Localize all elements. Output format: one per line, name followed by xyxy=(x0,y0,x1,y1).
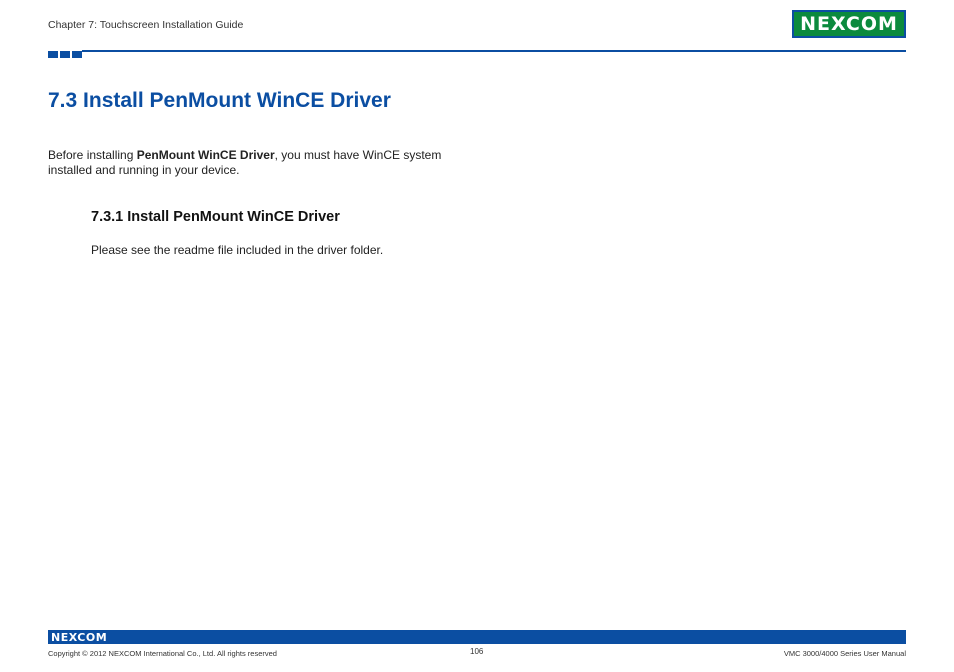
header-squares xyxy=(48,51,82,58)
intro-paragraph: Before installing PenMount WinCE Driver,… xyxy=(48,148,468,178)
footer-logo-text: NEXCOM xyxy=(51,630,108,644)
logo-text: NEXCOM xyxy=(800,13,898,35)
footer-bar xyxy=(48,630,906,644)
intro-text-bold: PenMount WinCE Driver xyxy=(136,148,275,162)
header-square xyxy=(48,51,58,58)
footer-logo: NEXCOM xyxy=(48,630,110,644)
page-number: 106 xyxy=(470,647,484,656)
copyright-text: Copyright © 2012 NEXCOM International Co… xyxy=(48,649,277,658)
intro-text-before: Before installing xyxy=(48,148,137,162)
nexcom-logo: NEXCOM xyxy=(792,10,906,38)
header-square xyxy=(60,51,70,58)
subsection-title: 7.3.1 Install PenMount WinCE Driver xyxy=(91,209,340,225)
section-title: 7.3 Install PenMount WinCE Driver xyxy=(48,89,391,112)
header-rule xyxy=(82,50,906,52)
manual-title: VMC 3000/4000 Series User Manual xyxy=(783,649,906,658)
header-square xyxy=(72,51,82,58)
subsection-paragraph: Please see the readme file included in t… xyxy=(91,243,384,257)
chapter-title: Chapter 7: Touchscreen Installation Guid… xyxy=(48,19,244,31)
